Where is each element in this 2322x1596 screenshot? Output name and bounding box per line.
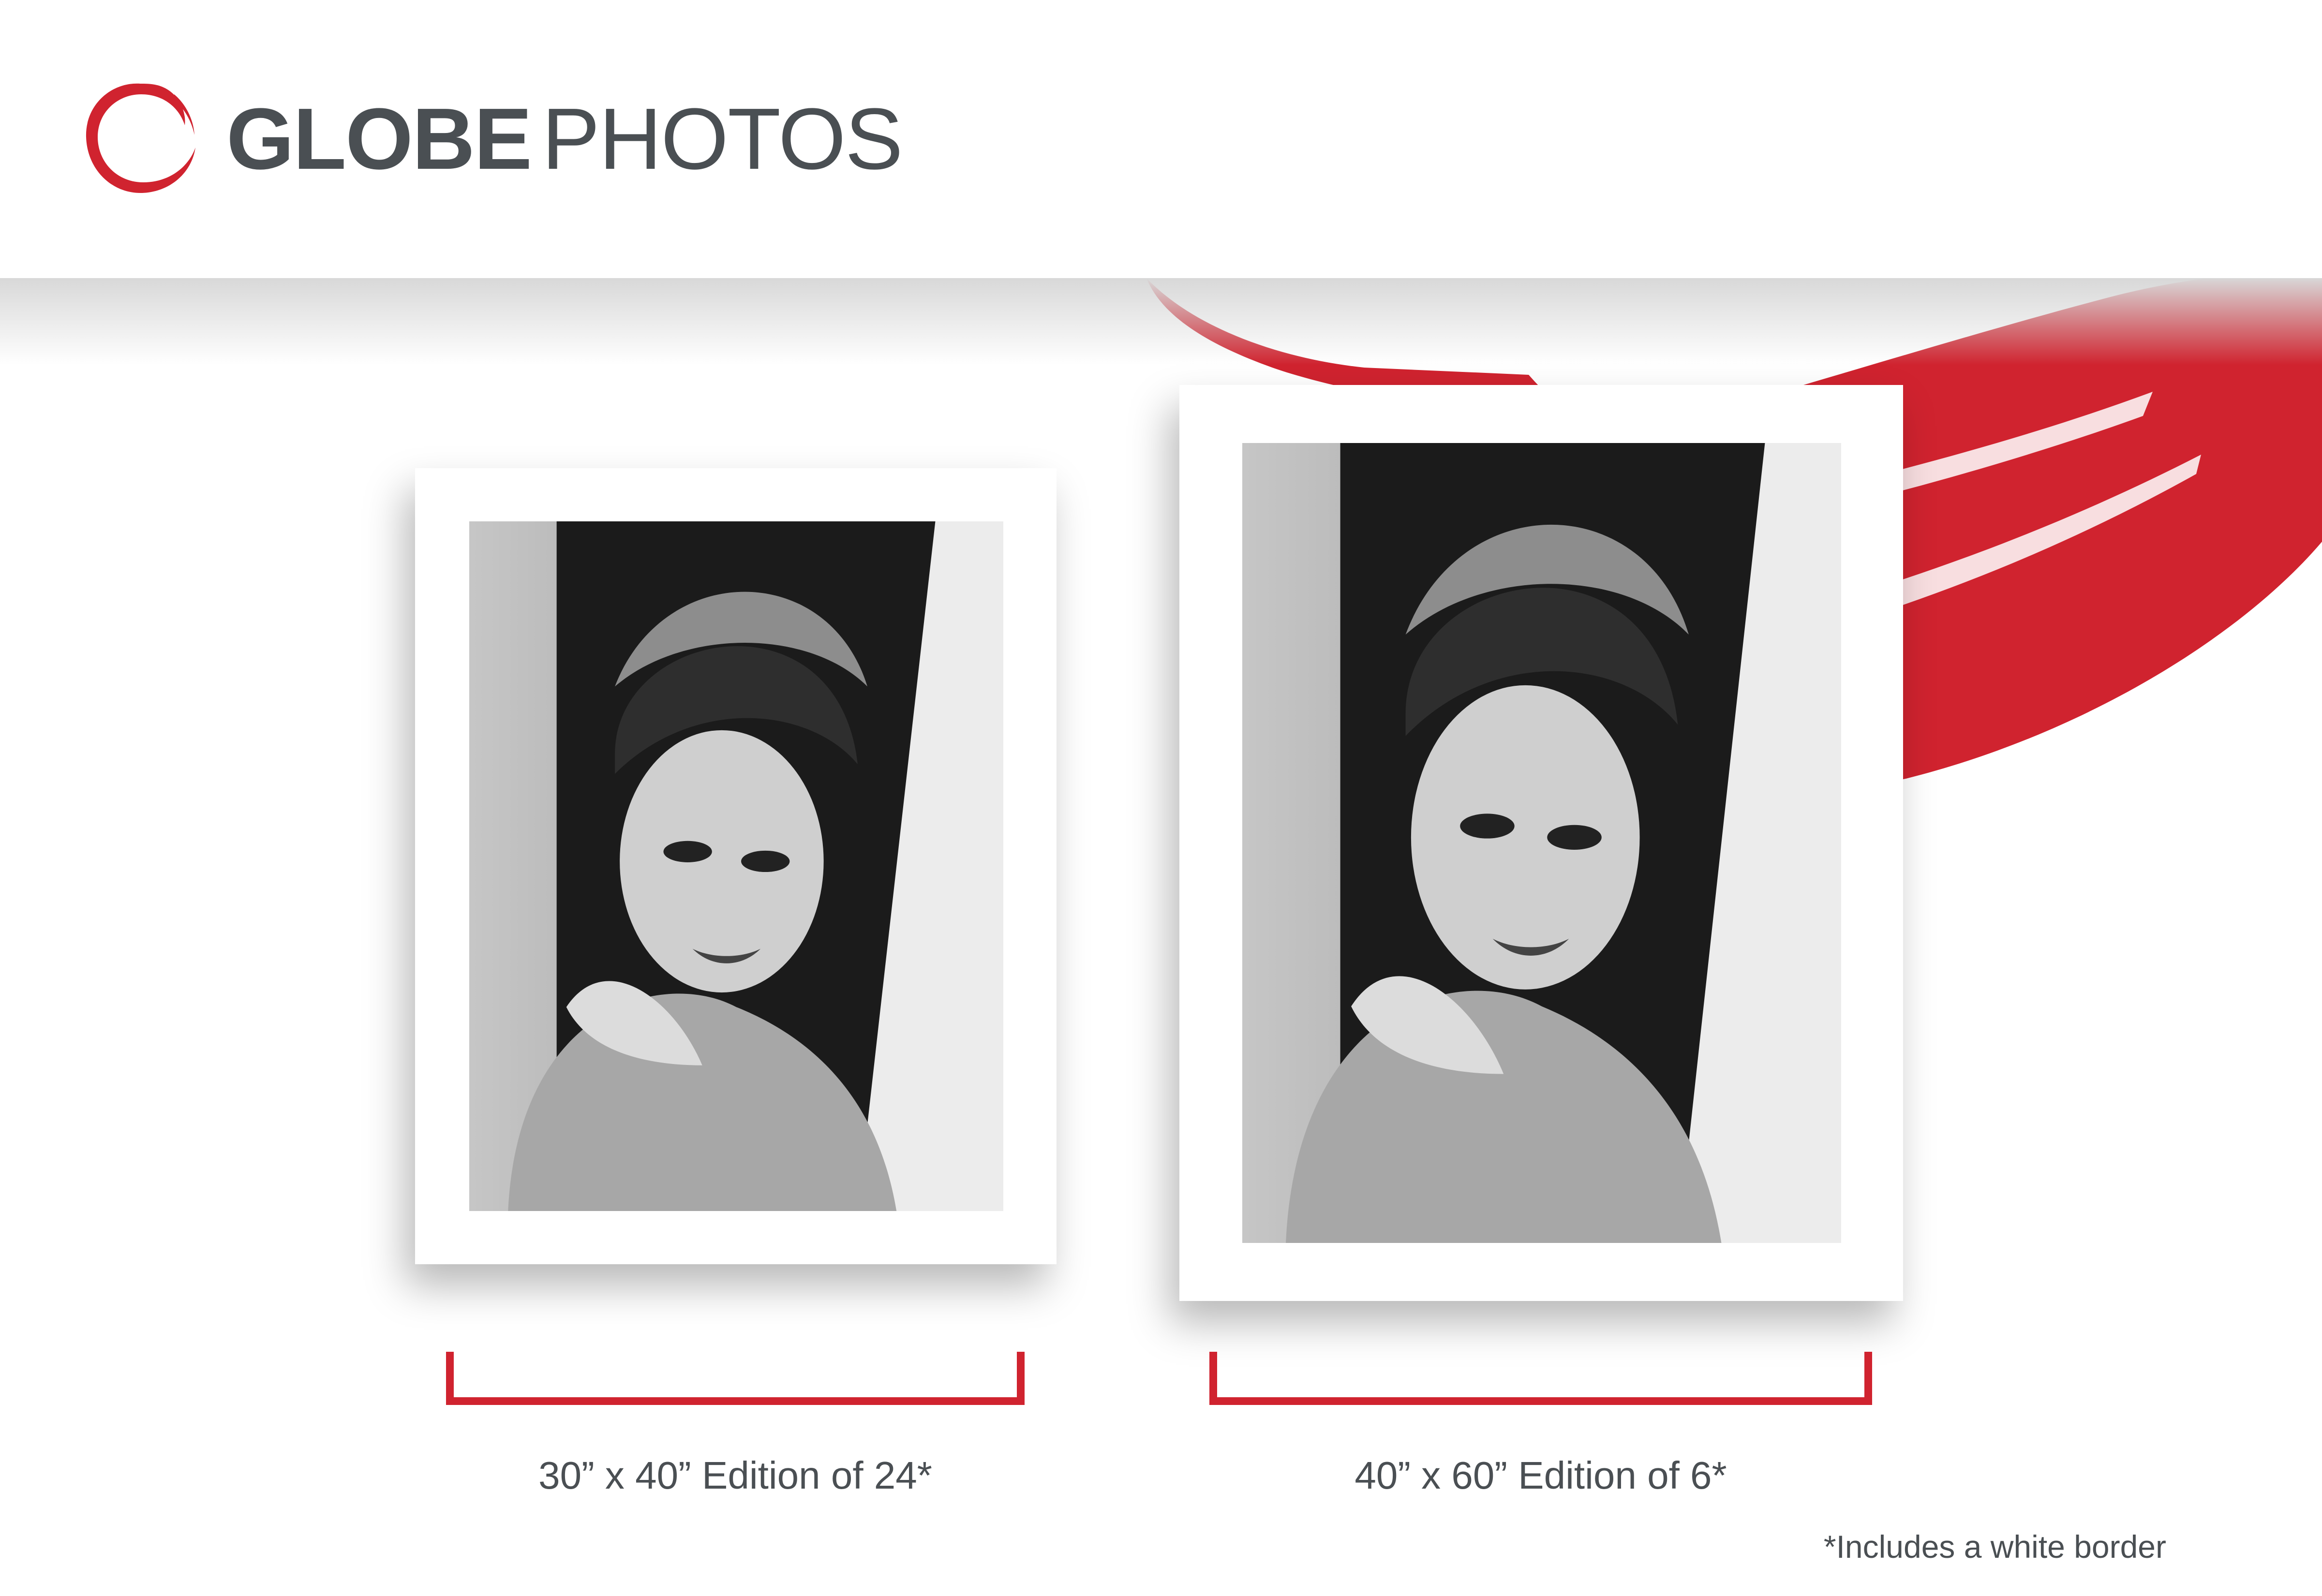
brand-name-bold: GLOBE	[226, 90, 532, 188]
size-bracket-large	[1209, 1352, 1872, 1405]
header: GLOBE PHOTOS	[0, 0, 2322, 278]
header-shadow	[0, 278, 2322, 365]
edition-caption-large: 40” x 60” Edition of 6*	[1354, 1454, 1727, 1497]
print-frame-large	[1179, 385, 1903, 1301]
portrait-photo	[469, 521, 1003, 1211]
brand-name-light: PHOTOS	[542, 90, 903, 188]
portrait-photo	[1242, 443, 1841, 1243]
logo-icon	[86, 83, 195, 193]
border-footnote: *Includes a white border	[1823, 1529, 2166, 1565]
size-bracket-small	[446, 1352, 1025, 1405]
brand-name: GLOBE PHOTOS	[226, 86, 903, 192]
print-frame-small	[415, 468, 1057, 1264]
edition-caption-small: 30” x 40” Edition of 24*	[538, 1454, 932, 1497]
